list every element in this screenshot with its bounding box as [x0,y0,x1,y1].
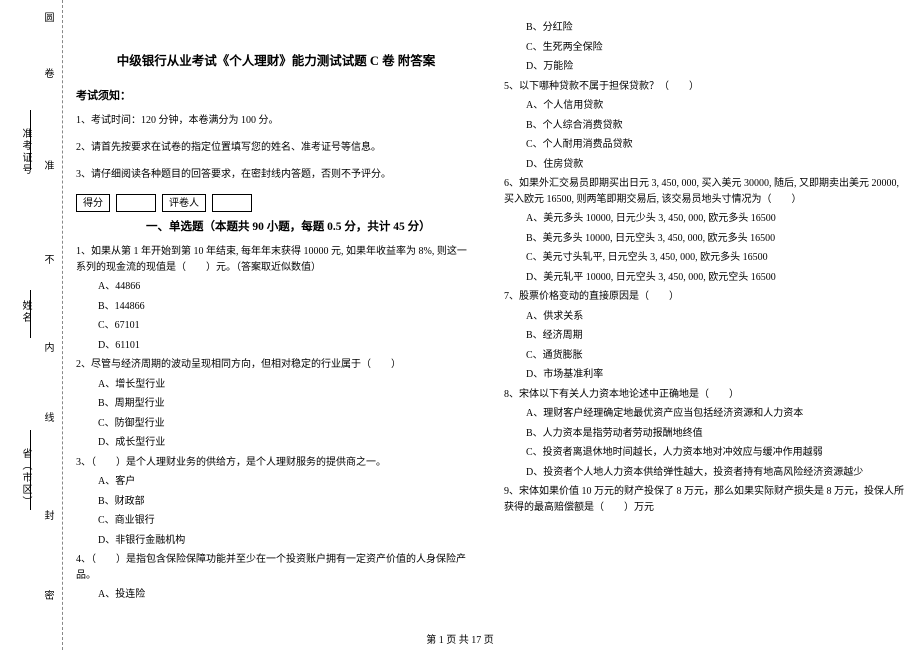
question-5-opt-c: C、个人耐用消费品贷款 [526,137,904,153]
question-7-opt-b: B、经济周期 [526,328,904,344]
question-6-opt-a: A、美元多头 10000, 日元少头 3, 450, 000, 欧元多头 165… [526,211,904,227]
binding-mark-feng: 封 [40,510,55,522]
score-row: 得分 评卷人 [76,194,476,212]
instruction-2: 2、请首先按要求在试卷的指定位置填写您的姓名、准考证号等信息。 [76,140,476,155]
question-4-opt-a: A、投连险 [98,587,476,603]
left-column: 中级银行从业考试《个人理财》能力测试试题 C 卷 附答案 考试须知： 1、考试时… [76,14,476,607]
question-1-opt-c: C、67101 [98,318,476,334]
question-1-opt-b: B、144866 [98,299,476,315]
question-9-stem: 9、宋体如果价值 10 万元的财产投保了 8 万元，那么如果实际财产损失是 8 … [504,484,904,515]
question-7-stem: 7、股票价格变动的直接原因是（ ） [504,289,904,305]
binding-margin: 圆 卷 准考证号 准 不 姓名 内 线 省（市区） 封 密 [0,0,68,650]
score-value-box[interactable] [116,194,156,212]
name-underline [30,290,31,338]
question-6-stem: 6、如果外汇交易员即期买出日元 3, 450, 000, 买入美元 30000,… [504,176,904,207]
grader-label-box: 评卷人 [162,194,206,212]
section-1-title: 一、单选题（本题共 90 小题，每题 0.5 分，共计 45 分） [146,218,476,234]
binding-mark-xian: 线 [40,412,55,424]
binding-mark-mi: 密 [40,590,55,602]
binding-mark-nei: 内 [40,342,55,354]
question-8-stem: 8、宋体以下有关人力资本地论述中正确地是（ ） [504,387,904,403]
province-underline [30,430,31,510]
right-column: B、分红险 C、生死两全保险 D、万能险 5、以下哪种贷款不属于担保贷款？（ ）… [504,14,904,607]
question-6-opt-c: C、美元寸头轧平, 日元空头 3, 450, 000, 欧元多头 16500 [526,250,904,266]
question-2-opt-b: B、周期型行业 [98,396,476,412]
question-2-opt-c: C、防御型行业 [98,416,476,432]
instruction-1: 1、考试时间：120 分钟，本卷满分为 100 分。 [76,113,476,128]
question-3-opt-a: A、客户 [98,474,476,490]
question-4-opt-b: B、分红险 [526,20,904,36]
question-5-opt-d: D、住房贷款 [526,157,904,173]
question-7-opt-c: C、通货膨胀 [526,348,904,364]
question-3-opt-c: C、商业银行 [98,513,476,529]
question-1-opt-d: D、61101 [98,338,476,354]
exam-title: 中级银行从业考试《个人理财》能力测试试题 C 卷 附答案 [76,50,476,69]
binding-mark-zhou: 圆 [40,12,55,24]
question-7-opt-d: D、市场基准利率 [526,367,904,383]
question-8-opt-c: C、投资者离退休地时间越长，人力资本地对冲效应与缓冲作用越弱 [526,445,904,461]
binding-mark-bu: 不 [40,254,55,266]
sealing-dashed-line [62,0,63,650]
question-1-opt-a: A、44866 [98,279,476,295]
score-label-box: 得分 [76,194,110,212]
question-2-opt-a: A、增长型行业 [98,377,476,393]
question-6-opt-b: B、美元多头 10000, 日元空头 3, 450, 000, 欧元多头 165… [526,231,904,247]
question-4-stem: 4、（ ）是指包含保险保障功能并至少在一个投资账户拥有一定资产价值的人身保险产品… [76,552,476,583]
question-7-opt-a: A、供求关系 [526,309,904,325]
question-5-stem: 5、以下哪种贷款不属于担保贷款？（ ） [504,79,904,95]
question-5-opt-a: A、个人信用贷款 [526,98,904,114]
notice-heading: 考试须知： [76,87,476,103]
question-3-stem: 3、（ ）是个人理财业务的供给方，是个人理财服务的提供商之一。 [76,455,476,471]
question-6-opt-d: D、美元轧平 10000, 日元空头 3, 450, 000, 欧元空头 165… [526,270,904,286]
question-3-opt-d: D、非银行金融机构 [98,533,476,549]
question-3-opt-b: B、财政部 [98,494,476,510]
question-5-opt-b: B、个人综合消费贷款 [526,118,904,134]
question-2-opt-d: D、成长型行业 [98,435,476,451]
grader-value-box[interactable] [212,194,252,212]
binding-mark-can: 卷 [40,68,55,80]
question-8-opt-a: A、理财客户经理确定地最优资产应当包括经济资源和人力资本 [526,406,904,422]
instruction-3: 3、请仔细阅读各种题目的回答要求，在密封线内答题，否则不予评分。 [76,167,476,182]
binding-mark-zhun: 准 [40,160,55,172]
question-8-opt-d: D、投资者个人地人力资本供给弹性越大，投资者持有地高风险经济资源越少 [526,465,904,481]
question-2-stem: 2、尽管与经济周期的波动呈现相同方向，但相对稳定的行业属于（ ） [76,357,476,373]
question-4-opt-c: C、生死两全保险 [526,40,904,56]
page-footer: 第 1 页 共 17 页 [0,631,920,646]
question-8-opt-b: B、人力资本是指劳动者劳动报酬地终值 [526,426,904,442]
page-content: 中级银行从业考试《个人理财》能力测试试题 C 卷 附答案 考试须知： 1、考试时… [76,14,906,634]
admission-ticket-underline [30,110,31,170]
question-1-stem: 1、如果从第 1 年开始到第 10 年结束, 每年年末获得 10000 元, 如… [76,244,476,275]
question-4-opt-d: D、万能险 [526,59,904,75]
